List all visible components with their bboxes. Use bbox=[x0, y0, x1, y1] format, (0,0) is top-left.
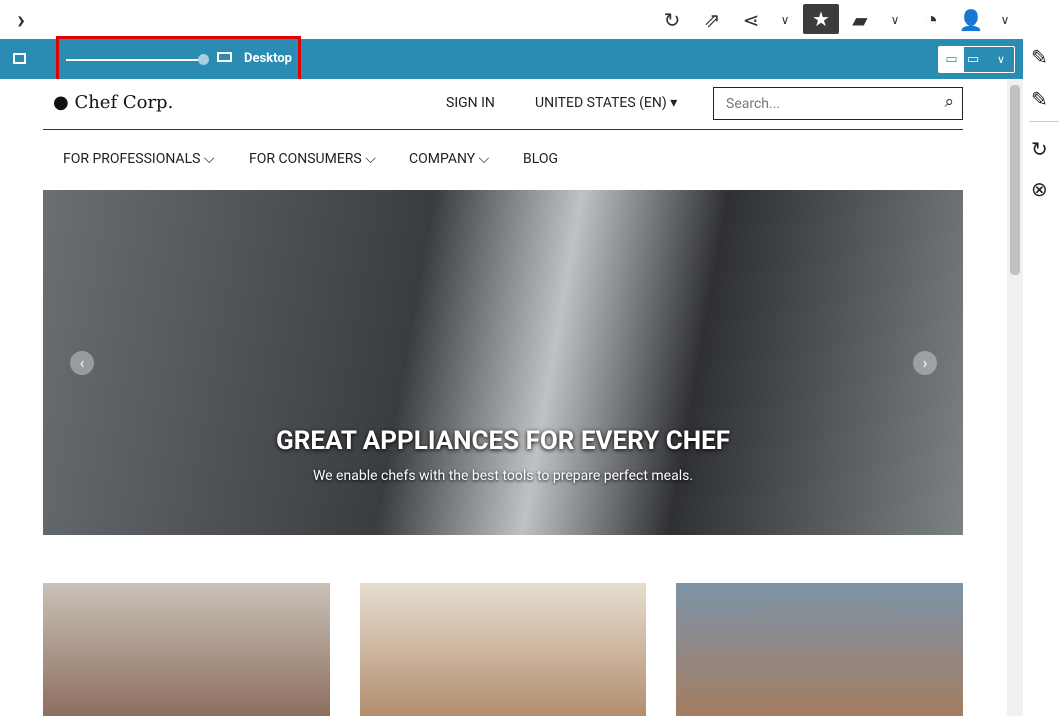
divider bbox=[43, 129, 963, 130]
page-preview: ● Chef Corp. SIGN IN UNITED STATES (EN) … bbox=[0, 79, 1007, 716]
scrollbar[interactable] bbox=[1007, 79, 1023, 716]
nav-company[interactable]: COMPANY ⌵ bbox=[409, 151, 489, 167]
top-toolbar: › ↻ ⇗ ⋖ ∨ ★ ▰ ∨ ◔ 👤 ∨ bbox=[0, 0, 1064, 39]
search-placeholder: Search... bbox=[726, 96, 781, 112]
chevron-down-icon[interactable]: ∨ bbox=[997, 47, 1005, 72]
globe-remove-icon[interactable]: ⊗ bbox=[1031, 177, 1048, 201]
sign-in-link[interactable]: SIGN IN bbox=[446, 95, 495, 111]
search-input[interactable]: Search... ⌕ bbox=[713, 87, 963, 120]
locale-selector[interactable]: UNITED STATES (EN) ▾ bbox=[535, 95, 677, 111]
desktop-view-icon[interactable]: ▭ bbox=[939, 47, 964, 72]
user-settings-icon[interactable]: 👤 bbox=[956, 6, 986, 34]
edit-undo-icon[interactable]: ✎ bbox=[1031, 45, 1048, 69]
highlight-box bbox=[56, 36, 301, 82]
analytics-icon[interactable]: ▰ bbox=[845, 6, 875, 34]
layout-icon[interactable] bbox=[13, 53, 26, 64]
device-switcher[interactable]: ▭ ▭ ∨ bbox=[938, 46, 1015, 73]
hero-carousel: ‹ › GREAT APPLIANCES FOR EVERY CHEF We e… bbox=[43, 190, 963, 535]
open-external-icon[interactable]: ⇗ bbox=[697, 6, 727, 34]
nav-for-consumers[interactable]: FOR CONSUMERS ⌵ bbox=[249, 151, 376, 167]
carousel-next-button[interactable]: › bbox=[913, 351, 937, 375]
nav-blog[interactable]: BLOG bbox=[523, 151, 558, 167]
teaser-image-professionals[interactable] bbox=[676, 583, 963, 716]
scrollbar-thumb[interactable] bbox=[1010, 85, 1020, 275]
teaser-image-consumers[interactable] bbox=[360, 583, 646, 716]
share-icon[interactable]: ⋖ bbox=[736, 6, 766, 34]
sync-icon[interactable]: ↻ bbox=[1031, 137, 1048, 161]
brand-logo[interactable]: ● Chef Corp. bbox=[53, 92, 173, 113]
brand-name: Chef Corp. bbox=[74, 92, 174, 113]
divider bbox=[1029, 121, 1059, 122]
locale-label: UNITED STATES (EN) bbox=[535, 95, 667, 111]
caret-down-icon: ▾ bbox=[670, 95, 678, 111]
edit-clear-icon[interactable]: ✎ bbox=[1031, 87, 1048, 111]
chevron-right-icon[interactable]: › bbox=[6, 5, 36, 35]
hero-title: GREAT APPLIANCES FOR EVERY CHEF bbox=[275, 426, 731, 456]
chevron-down-icon[interactable]: ∨ bbox=[880, 6, 910, 34]
chevron-down-icon[interactable]: ∨ bbox=[770, 6, 800, 34]
reload-icon[interactable]: ↻ bbox=[657, 6, 687, 34]
search-icon[interactable]: ⌕ bbox=[944, 92, 954, 112]
chevron-down-icon[interactable]: ∨ bbox=[990, 6, 1020, 34]
clock-icon[interactable]: ◔ bbox=[916, 6, 946, 34]
responsive-view-icon[interactable]: ▭ bbox=[967, 47, 979, 72]
star-icon[interactable]: ★ bbox=[803, 4, 839, 34]
carousel-prev-button[interactable]: ‹ bbox=[70, 351, 94, 375]
nav-for-professionals[interactable]: FOR PROFESSIONALS ⌵ bbox=[63, 151, 215, 167]
right-sidebar: ✎ ✎ ↻ ⊗ bbox=[1023, 39, 1064, 716]
teaser-image-chefs[interactable] bbox=[43, 583, 330, 716]
hero-subtitle: We enable chefs with the best tools to p… bbox=[312, 468, 694, 484]
